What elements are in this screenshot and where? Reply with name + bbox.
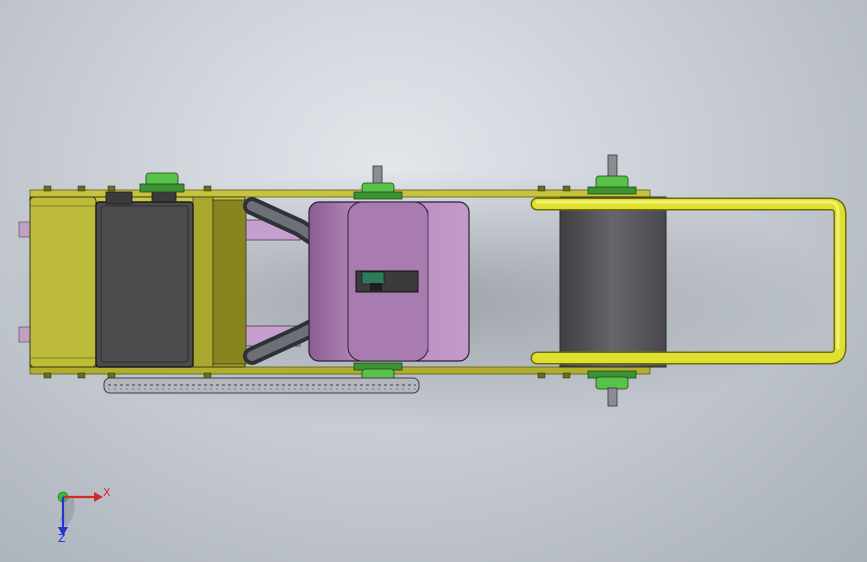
left-bracket-top (18, 221, 32, 238)
sprocket-battery-top (139, 172, 185, 193)
sprocket-roller-top (587, 154, 637, 195)
frame-rail-bottom (29, 366, 651, 375)
left-bracket-bottom (18, 326, 32, 343)
motor-shaft-top (372, 165, 383, 185)
cad-viewport[interactable]: X Z (0, 0, 867, 562)
drive-chain (103, 377, 420, 394)
yellow-housing-right-band (192, 196, 214, 368)
coordinate-triad (57, 491, 103, 536)
conveyor-assembly-drawing (0, 154, 847, 536)
battery-terminal-2 (151, 191, 177, 203)
battery-pack (95, 201, 194, 368)
yellow-housing-left-face (29, 196, 97, 368)
roller-drum (559, 196, 667, 368)
dark-yellow-plate (212, 199, 247, 365)
triad-x-label: X (103, 486, 111, 499)
triad-z-label: Z (58, 532, 66, 545)
battery-terminal (105, 191, 133, 205)
